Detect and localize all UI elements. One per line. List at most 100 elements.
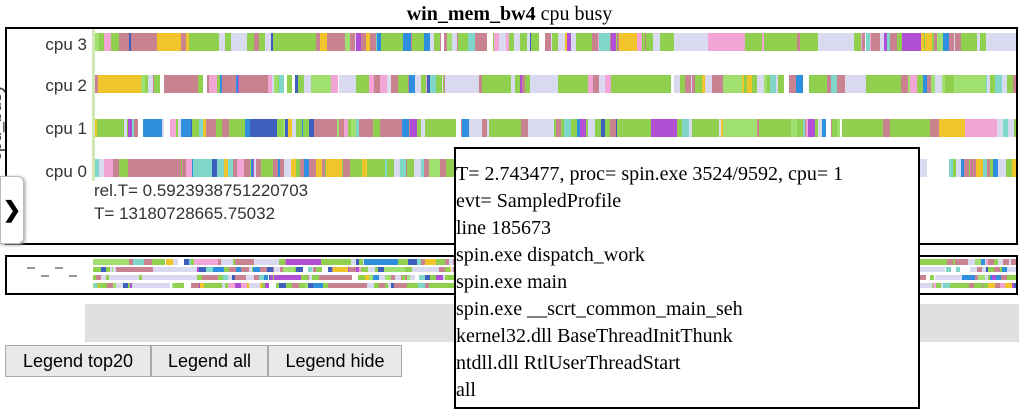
cpu-slice-cpu3[interactable] — [616, 33, 617, 51]
cpu-slice-cpu0[interactable] — [254, 159, 256, 177]
cpu-slice-cpu2[interactable] — [931, 75, 935, 93]
cpu-slice-cpu1[interactable] — [580, 119, 586, 137]
cpu-slice-cpu2[interactable] — [236, 75, 238, 93]
cpu-slice-cpu0[interactable] — [296, 159, 297, 177]
cpu-slice-ov-d[interactable] — [394, 283, 407, 288]
cpu-slice-ov-d[interactable] — [933, 283, 936, 288]
cpu-slice-ov-b[interactable] — [951, 267, 956, 272]
cpu-slice-cpu1[interactable] — [617, 119, 619, 137]
cpu-slice-ov-d[interactable] — [367, 283, 374, 288]
cpu-slice-ov-d[interactable] — [192, 283, 199, 288]
cpu-slice-ov-a[interactable] — [356, 259, 359, 265]
cpu-slice-cpu2[interactable] — [770, 75, 776, 93]
cpu-slice-cpu0[interactable] — [322, 159, 325, 177]
cpu-slice-cpu3[interactable] — [361, 33, 366, 51]
cpu-slice-cpu3[interactable] — [278, 33, 316, 51]
cpu-slice-cpu3[interactable] — [565, 33, 567, 51]
cpu-slice-ov-a[interactable] — [955, 259, 962, 265]
cpu-slice-ov-b[interactable] — [348, 267, 349, 272]
cpu-slice-cpu1[interactable] — [935, 119, 939, 137]
cpu-slice-cpu0[interactable] — [128, 159, 133, 177]
cpu-slice-cpu2[interactable] — [445, 75, 479, 93]
cpu-slice-cpu3[interactable] — [797, 33, 800, 51]
cpu-slice-cpu2[interactable] — [160, 75, 164, 93]
cpu-slice-ov-a[interactable] — [962, 259, 968, 265]
cpu-slice-ov-a[interactable] — [985, 259, 986, 265]
cpu-slice-cpu2[interactable] — [827, 75, 831, 93]
cpu-slice-ov-d[interactable] — [995, 283, 1000, 288]
cpu-slice-ov-c[interactable] — [405, 275, 407, 280]
cpu-slice-cpu3[interactable] — [189, 33, 190, 51]
cpu-slice-cpu2[interactable] — [530, 75, 535, 93]
cpu-slice-cpu3[interactable] — [637, 33, 642, 51]
cpu-slice-ov-d[interactable] — [932, 283, 933, 288]
cpu-slice-ov-b[interactable] — [280, 267, 283, 272]
cpu-slice-ov-c[interactable] — [402, 275, 405, 280]
cpu-slice-cpu1[interactable] — [288, 119, 292, 137]
cpu-slice-cpu2[interactable] — [641, 75, 671, 93]
cpu-slice-cpu2[interactable] — [209, 75, 216, 93]
cpu-slice-cpu1[interactable] — [1003, 119, 1008, 137]
cpu-slice-cpu0[interactable] — [261, 159, 267, 177]
cpu-slice-ov-b[interactable] — [253, 267, 260, 272]
cpu-slice-ov-b[interactable] — [224, 267, 229, 272]
cpu-slice-cpu3[interactable] — [259, 33, 265, 51]
cpu-slice-cpu2[interactable] — [784, 75, 789, 93]
cpu-slice-ov-c[interactable] — [93, 275, 95, 280]
cpu-slice-cpu1[interactable] — [302, 119, 303, 137]
cpu-slice-cpu0[interactable] — [953, 159, 956, 177]
cpu-slice-cpu1[interactable] — [682, 119, 689, 137]
cpu-slice-cpu0[interactable] — [300, 159, 304, 177]
cpu-slice-cpu3[interactable] — [217, 33, 219, 51]
cpu-slice-cpu2[interactable] — [764, 75, 767, 93]
cpu-slice-ov-a[interactable] — [1009, 259, 1011, 265]
cpu-slice-cpu3[interactable] — [880, 33, 884, 51]
cpu-slice-ov-a[interactable] — [975, 259, 981, 265]
cpu-slice-ov-d[interactable] — [172, 283, 174, 288]
cpu-slice-cpu1[interactable] — [461, 119, 462, 137]
cpu-slice-cpu2[interactable] — [298, 75, 304, 93]
cpu-slice-cpu2[interactable] — [1002, 75, 1007, 93]
cpu-slice-cpu2[interactable] — [95, 75, 98, 93]
cpu-slice-cpu3[interactable] — [419, 33, 424, 51]
cpu-slice-ov-b[interactable] — [206, 267, 213, 272]
cpu-slice-cpu1[interactable] — [840, 119, 842, 137]
cpu-slice-cpu3[interactable] — [457, 33, 458, 51]
cpu-slice-ov-b[interactable] — [1000, 267, 1002, 272]
cpu-slice-cpu1[interactable] — [337, 119, 339, 137]
cpu-slice-ov-c[interactable] — [391, 275, 395, 280]
cpu-slice-ov-a[interactable] — [947, 259, 953, 265]
cpu-slice-cpu1[interactable] — [723, 119, 757, 137]
cpu-slice-cpu2[interactable] — [692, 75, 695, 93]
cpu-slice-cpu3[interactable] — [316, 33, 320, 51]
cpu-slice-ov-d[interactable] — [222, 283, 225, 288]
cpu-slice-cpu3[interactable] — [558, 33, 565, 51]
cpu-slice-cpu3[interactable] — [884, 33, 887, 51]
cpu-slice-cpu0[interactable] — [976, 159, 983, 177]
cpu-slice-cpu1[interactable] — [930, 119, 935, 137]
cpu-slice-ov-c[interactable] — [259, 275, 264, 280]
cpu-slice-cpu0[interactable] — [325, 159, 326, 177]
cpu-slice-ov-a[interactable] — [436, 259, 442, 265]
cpu-slice-ov-d[interactable] — [982, 283, 983, 288]
cpu-slice-ov-c[interactable] — [1007, 275, 1016, 280]
cpu-slice-ov-d[interactable] — [241, 283, 247, 288]
cpu-slice-cpu2[interactable] — [295, 75, 298, 93]
cpu-slice-cpu1[interactable] — [610, 119, 616, 137]
cpu-slice-cpu2[interactable] — [311, 75, 331, 93]
cpu-slice-cpu1[interactable] — [692, 119, 715, 137]
cpu-slice-ov-b[interactable] — [970, 267, 977, 272]
cpu-slice-cpu1[interactable] — [134, 119, 138, 137]
cpu-slice-cpu3[interactable] — [430, 33, 434, 51]
cpu-slice-ov-c[interactable] — [410, 275, 415, 280]
cpu-slice-cpu1[interactable] — [344, 119, 348, 137]
cpu-slice-ov-b[interactable] — [296, 267, 302, 272]
cpu-slice-ov-c[interactable] — [228, 275, 232, 280]
cpu-slice-cpu3[interactable] — [366, 33, 370, 51]
cpu-slice-ov-d[interactable] — [279, 283, 286, 288]
cpu-slice-ov-c[interactable] — [218, 275, 223, 280]
cpu-slice-cpu0[interactable] — [181, 159, 182, 177]
cpu-slice-cpu2[interactable] — [574, 75, 579, 93]
cpu-slice-cpu0[interactable] — [291, 159, 296, 177]
cpu-slice-ov-d[interactable] — [980, 283, 982, 288]
